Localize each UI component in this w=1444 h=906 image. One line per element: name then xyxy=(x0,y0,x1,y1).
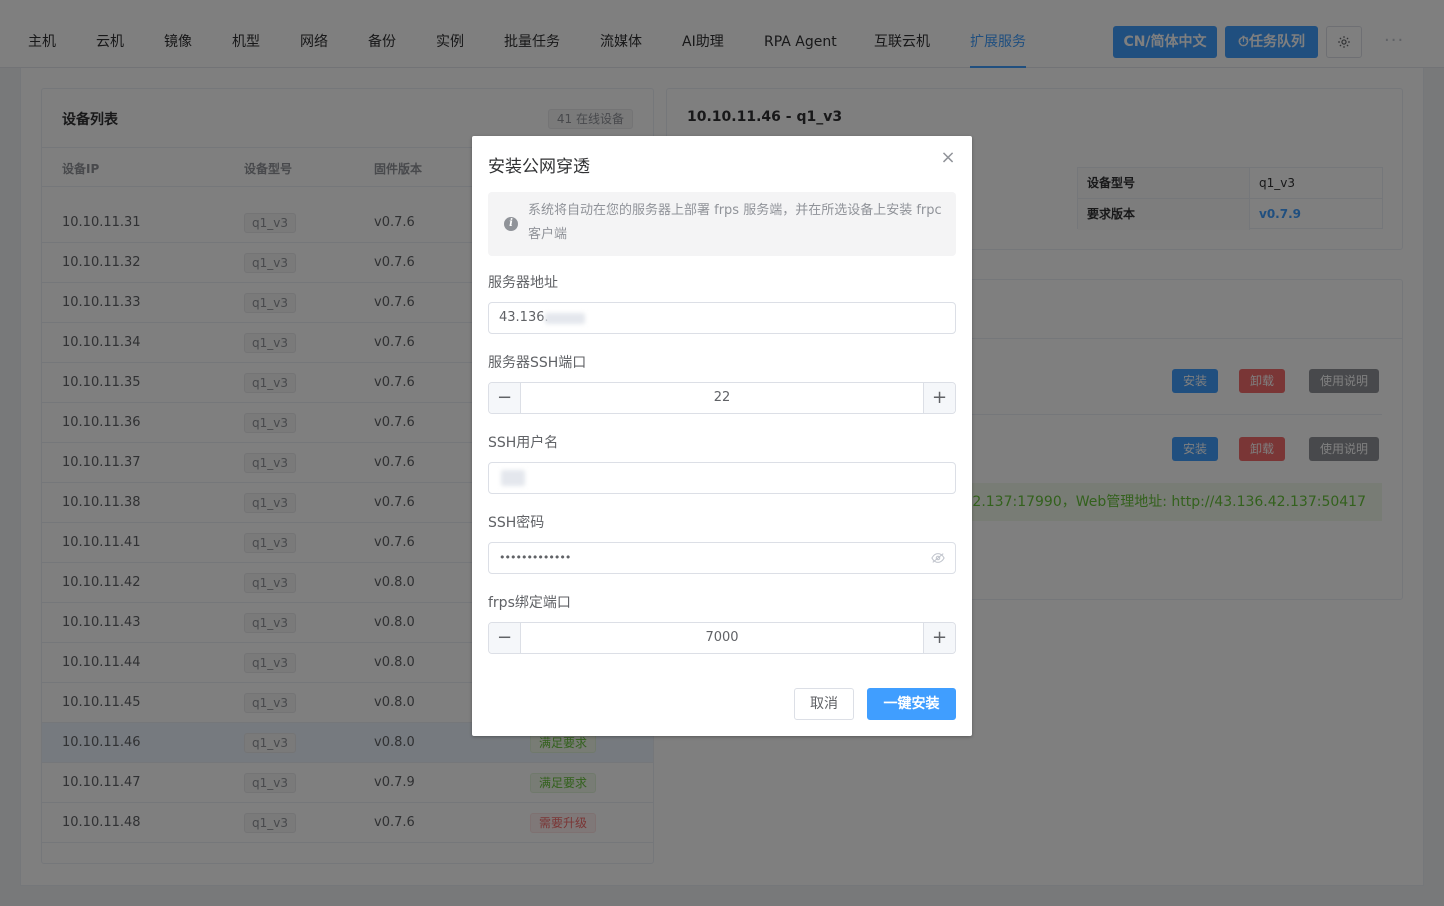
redacted-mask xyxy=(501,470,525,486)
frps-port-value[interactable]: 7000 xyxy=(521,623,923,653)
frps-port-stepper[interactable]: − 7000 + xyxy=(488,622,956,654)
ssh-port-increment[interactable]: + xyxy=(923,383,955,413)
close-icon[interactable]: × xyxy=(940,149,956,167)
frps-port-increment[interactable]: + xyxy=(923,623,955,653)
server-address-value: 43.136. xyxy=(499,310,549,325)
one-click-install-button[interactable]: 一键安装 xyxy=(867,688,956,720)
ssh-port-stepper[interactable]: − 22 + xyxy=(488,382,956,414)
ssh-port-value[interactable]: 22 xyxy=(521,383,923,413)
cancel-button[interactable]: 取消 xyxy=(794,688,854,720)
ssh-user-input[interactable] xyxy=(488,462,956,494)
server-address-input[interactable]: 43.136. xyxy=(488,302,956,334)
info-alert: i 系统将自动在您的服务器上部署 frps 服务端，并在所选设备上安装 frpc… xyxy=(488,192,956,256)
install-frp-dialog: 安装公网穿透 × i 系统将自动在您的服务器上部署 frps 服务端，并在所选设… xyxy=(472,136,972,736)
alert-text: 系统将自动在您的服务器上部署 frps 服务端，并在所选设备上安装 frpc 客… xyxy=(528,203,942,242)
ssh-user-label: SSH用户名 xyxy=(488,435,559,451)
ssh-password-input[interactable]: ••••••••••••• xyxy=(488,542,956,574)
ssh-port-label: 服务器SSH端口 xyxy=(488,355,587,371)
dialog-title: 安装公网穿透 xyxy=(488,157,590,177)
ssh-port-decrement[interactable]: − xyxy=(489,383,521,413)
ssh-password-value: ••••••••••••• xyxy=(499,551,571,564)
eye-hidden-icon[interactable] xyxy=(931,552,945,564)
frps-port-label: frps绑定端口 xyxy=(488,595,571,611)
info-icon: i xyxy=(504,217,518,231)
ssh-password-label: SSH密码 xyxy=(488,515,545,531)
redacted-mask xyxy=(545,313,585,324)
server-address-label: 服务器地址 xyxy=(488,275,558,291)
frps-port-decrement[interactable]: − xyxy=(489,623,521,653)
